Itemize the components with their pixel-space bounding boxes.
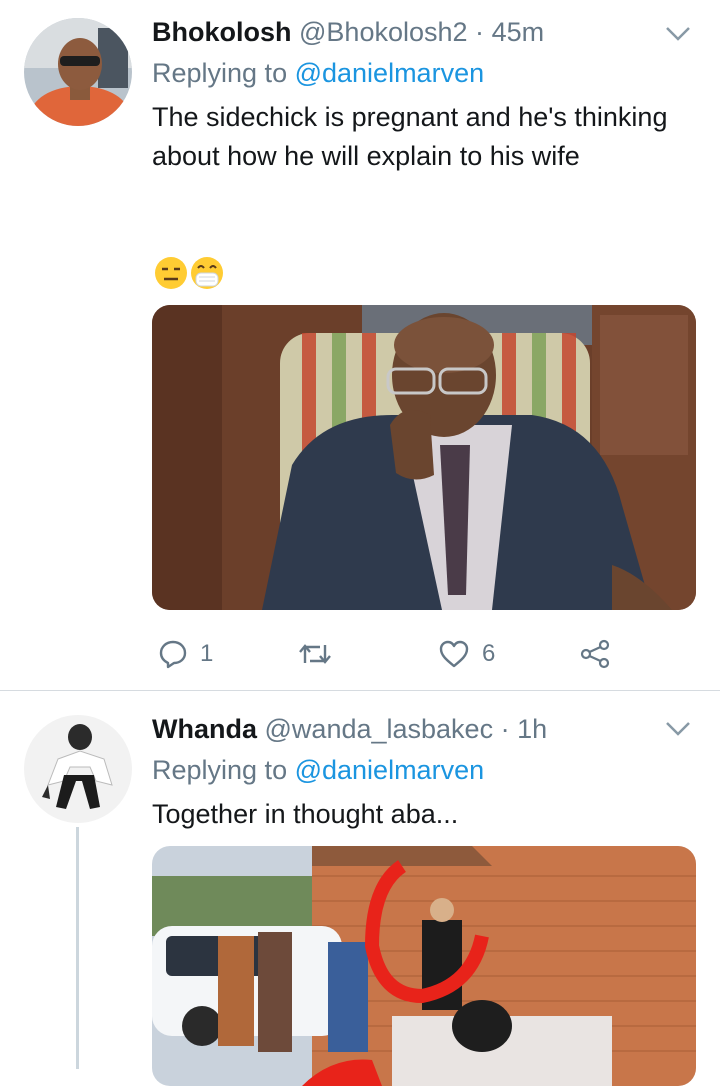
mention-link[interactable]: @danielmarven (295, 58, 485, 88)
avatar[interactable] (24, 715, 132, 823)
like-button[interactable]: 6 (438, 634, 495, 674)
separator: · (500, 714, 510, 744)
replying-prefix: Replying to (152, 58, 295, 88)
tweet-actions: 1 6 (152, 634, 632, 674)
user-handle[interactable]: @wanda_lasbakec (265, 714, 494, 744)
share-icon (580, 639, 610, 669)
face-with-medical-mask-icon (191, 257, 223, 289)
tweet-image[interactable] (152, 305, 696, 610)
expressionless-face-icon (155, 257, 187, 289)
tweet-header: Whanda @wanda_lasbakec · 1h (152, 713, 547, 745)
chevron-down-icon[interactable] (664, 24, 692, 44)
like-count: 6 (482, 640, 496, 667)
tweet[interactable]: Whanda @wanda_lasbakec · 1h Replying to … (0, 691, 720, 1086)
replying-to: Replying to @danielmarven (152, 754, 484, 786)
avatar[interactable] (24, 18, 132, 126)
display-name[interactable]: Bhokolosh (152, 17, 292, 47)
chevron-down-icon[interactable] (664, 719, 692, 739)
heart-icon (439, 640, 469, 668)
share-button[interactable] (580, 634, 610, 674)
retweet-icon (299, 644, 331, 664)
reply-count: 1 (200, 640, 214, 667)
tweet[interactable]: Bhokolosh @Bhokolosh2 · 45m Replying to … (0, 0, 720, 690)
mention-link[interactable]: @danielmarven (295, 755, 485, 785)
timestamp[interactable]: 1h (517, 714, 547, 744)
user-handle[interactable]: @Bhokolosh2 (299, 17, 468, 47)
thread-line (76, 827, 79, 1069)
replying-to: Replying to @danielmarven (152, 57, 484, 89)
retweet-button[interactable] (298, 634, 344, 674)
tweet-text: Together in thought aba... (152, 799, 459, 829)
display-name[interactable]: Whanda (152, 714, 257, 744)
timestamp[interactable]: 45m (492, 17, 545, 47)
reply-button[interactable]: 1 (158, 634, 213, 674)
reply-icon (159, 640, 187, 669)
tweet-text: The sidechick is pregnant and he's think… (152, 102, 668, 171)
tweet-header: Bhokolosh @Bhokolosh2 · 45m (152, 16, 544, 48)
tweet-image[interactable] (152, 846, 696, 1086)
replying-prefix: Replying to (152, 755, 295, 785)
separator: · (475, 17, 485, 47)
